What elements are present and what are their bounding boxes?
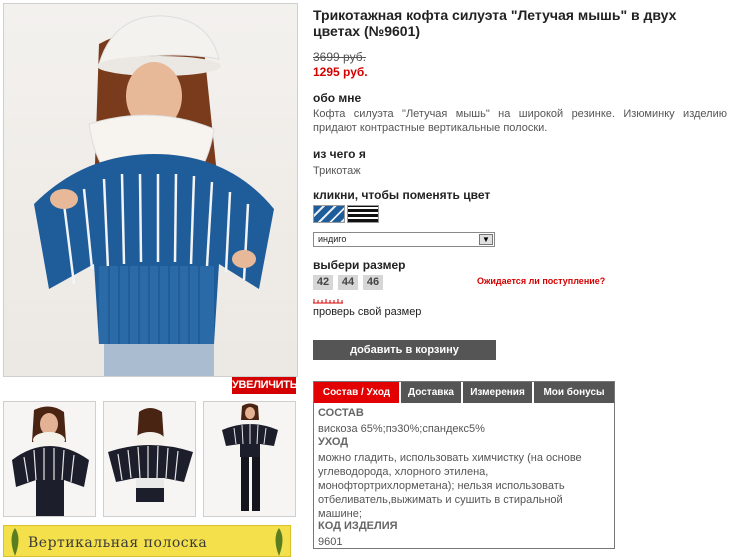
size-button-44[interactable]: 44 [338, 275, 358, 290]
tab-measurements[interactable]: Измерения [463, 382, 533, 403]
thumbnail-full-length[interactable] [203, 401, 296, 517]
tab-delivery[interactable]: Доставка [401, 382, 462, 403]
zoom-button[interactable]: УВЕЛИЧИТЬ [232, 377, 298, 394]
about-heading: обо мне [313, 91, 362, 105]
new-price: 1295 руб. [313, 65, 368, 79]
thumbnail-back[interactable] [103, 401, 196, 517]
thumbnail-full-length-image [204, 402, 295, 516]
tab-my-bonuses[interactable]: Мои бонусы [534, 382, 614, 403]
model-illustration [34, 15, 274, 376]
tab-composition-care[interactable]: Состав / Уход [314, 382, 400, 403]
material-heading: из чего я [313, 147, 366, 161]
composition-text: вискоза 65%;пэ30%;спандекс5% [318, 423, 485, 435]
size-button-46[interactable]: 46 [363, 275, 383, 290]
material-text: Трикотаж [313, 165, 361, 177]
old-price: 3699 руб. [313, 50, 366, 64]
leaf-left-icon [11, 528, 19, 556]
add-to-cart-button[interactable]: добавить в корзину [313, 340, 496, 360]
color-heading: кликни, чтобы поменять цвет [313, 188, 491, 202]
chevron-down-icon[interactable]: ▼ [479, 234, 493, 245]
care-heading: УХОД [318, 436, 349, 448]
color-select-value: индиго [318, 234, 347, 244]
color-swatch-indigo[interactable] [313, 205, 345, 223]
thumbnail-front-image [4, 402, 95, 516]
thumbnail-front[interactable] [3, 401, 96, 517]
color-select[interactable]: индиго ▼ [313, 232, 495, 247]
size-button-42[interactable]: 42 [313, 275, 333, 290]
product-title: Трикотажная кофта силуэта "Летучая мышь"… [313, 7, 677, 39]
awaiting-stock-link[interactable]: Ожидается ли поступление? [477, 276, 605, 286]
color-swatch-black[interactable] [347, 205, 379, 223]
about-text: Кофта силуэта "Летучая мышь" на широкой … [313, 108, 727, 134]
check-size-link[interactable]: проверь свой размер [313, 306, 421, 318]
category-banner[interactable]: Вертикальная полоска [3, 525, 291, 557]
leaf-right-icon [275, 528, 283, 556]
banner-text: Вертикальная полоска [28, 535, 208, 551]
composition-heading: СОСТАВ [318, 407, 364, 419]
ruler-icon [313, 299, 343, 304]
main-product-photo[interactable] [3, 3, 298, 377]
thumbnail-back-image [104, 402, 195, 516]
care-text: можно гладить, использовать химчистку (н… [318, 452, 582, 520]
size-heading: выбери размер [313, 258, 406, 272]
code-value: 9601 [318, 536, 343, 548]
code-heading: КОД ИЗДЕЛИЯ [318, 520, 398, 532]
